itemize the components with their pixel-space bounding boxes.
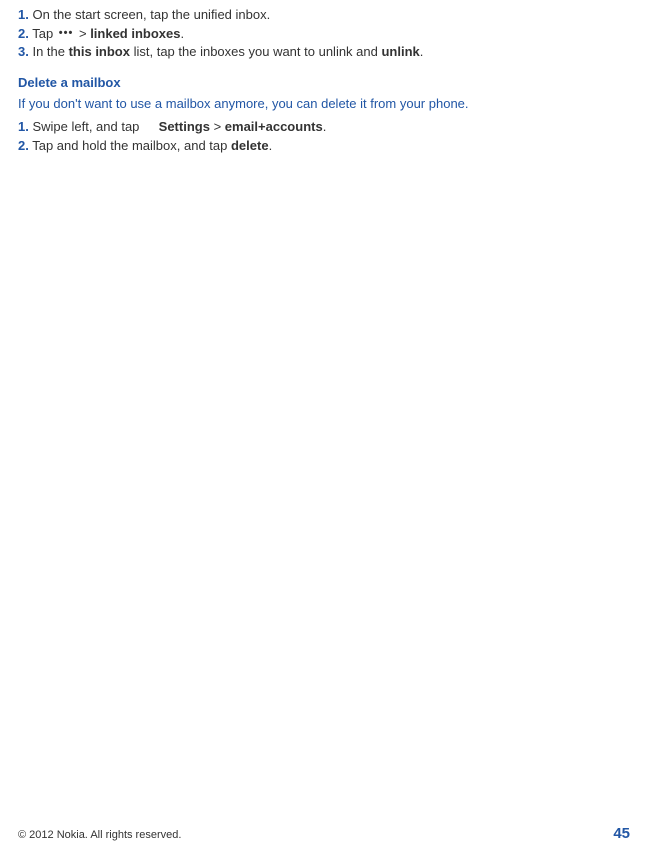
- section1-step1: 1. On the start screen, tap the unified …: [18, 6, 630, 24]
- delete-label: delete: [231, 138, 269, 153]
- page-footer: © 2012 Nokia. All rights reserved. 45: [18, 825, 630, 842]
- step-number: 1.: [18, 7, 29, 22]
- step-text: .: [181, 26, 185, 41]
- step-text: Tap: [29, 26, 57, 41]
- step-text: On the start screen, tap the unified inb…: [29, 7, 270, 22]
- step-text: >: [75, 26, 90, 41]
- email-accounts-label: email+accounts: [225, 119, 323, 134]
- step-number: 2.: [18, 138, 29, 153]
- step-text: >: [210, 119, 225, 134]
- delete-mailbox-heading: Delete a mailbox: [18, 75, 630, 90]
- page-number: 45: [613, 825, 630, 842]
- step-text: list, tap the inboxes you want to unlink…: [130, 44, 382, 59]
- step-text: .: [323, 119, 327, 134]
- more-dots-icon: •••: [57, 26, 76, 41]
- delete-mailbox-intro: If you don't want to use a mailbox anymo…: [18, 95, 630, 113]
- section2-step2: 2. Tap and hold the mailbox, and tap del…: [18, 137, 630, 155]
- step-text: .: [420, 44, 424, 59]
- settings-label: Settings: [159, 119, 210, 134]
- section2-step1: 1. Swipe left, and tap Settings > email+…: [18, 118, 630, 136]
- settings-gear-icon: [143, 121, 155, 133]
- this-inbox-label: this inbox: [69, 44, 130, 59]
- linked-inboxes-label: linked inboxes: [90, 26, 180, 41]
- step-text: .: [269, 138, 273, 153]
- section1-step2: 2. Tap ••• > linked inboxes.: [18, 25, 630, 43]
- step-number: 2.: [18, 26, 29, 41]
- step-number: 3.: [18, 44, 29, 59]
- step-number: 1.: [18, 119, 29, 134]
- step-text: Swipe left, and tap: [29, 119, 143, 134]
- section1-step3: 3. In the this inbox list, tap the inbox…: [18, 43, 630, 61]
- unlink-label: unlink: [381, 44, 419, 59]
- copyright-text: © 2012 Nokia. All rights reserved.: [18, 829, 181, 841]
- step-text: Tap and hold the mailbox, and tap: [29, 138, 231, 153]
- step-text: In the: [29, 44, 69, 59]
- page-content: 1. On the start screen, tap the unified …: [0, 0, 648, 154]
